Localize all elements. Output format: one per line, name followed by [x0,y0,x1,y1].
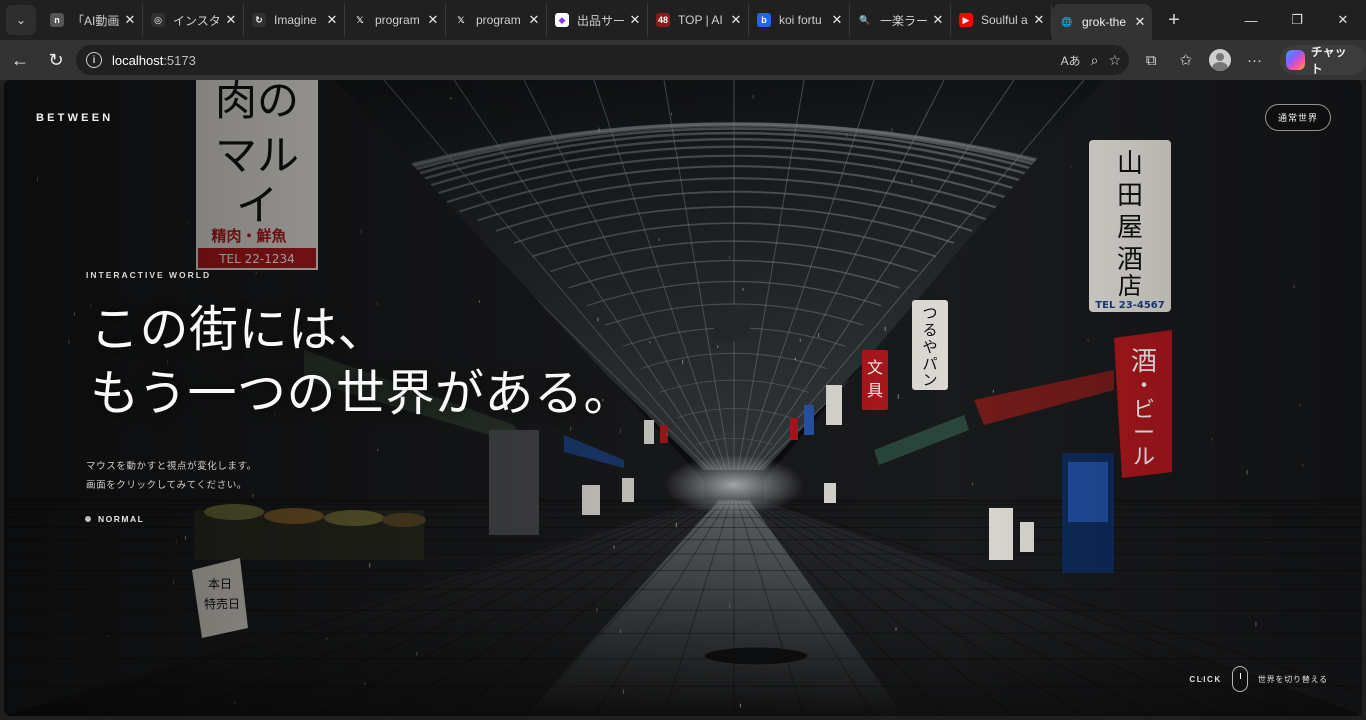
browser-tab[interactable]: 🌐 grok-the ✕ [1052,4,1152,40]
puzzle-icon: ⧉ [1145,51,1157,69]
new-tab-button[interactable]: + [1158,4,1190,36]
copilot-icon [1285,50,1305,70]
headline-line-2: もう一つの世界がある。 [90,365,634,422]
tab-title: TOP | AI [678,13,723,27]
tab-title: Soulful a [981,13,1028,27]
url-host: localhost [112,52,164,68]
browser-tab[interactable]: 𝕏program ✕ [446,4,547,36]
tab-close-icon[interactable]: ✕ [1130,14,1150,30]
tab-favicon-icon: 🔍 [858,13,872,27]
tab-close-icon[interactable]: ✕ [928,12,948,28]
browser-tab[interactable]: 48 TOP | AI ✕ [648,4,749,36]
url-port: :5173 [163,52,196,68]
chat-label: チャット [1310,45,1347,76]
tab-title: インスタYo [173,13,221,28]
browser-tab[interactable]: b koi fortu ✕ [749,4,850,36]
browser-tab[interactable]: ▶ Soulful a ✕ [951,4,1052,36]
tab-close-icon[interactable]: ✕ [524,12,544,28]
address-bar-actions: Aあ ⌕ ☆ [1061,45,1121,75]
tab-title: grok-the [1082,15,1127,29]
description-line-1: マウスを動かすと視点が変化します。 [86,461,257,472]
tab-favicon-icon: ↻ [252,13,266,27]
toolbar-right: ⧉ ✩ ··· チャット [1136,40,1366,80]
tab-favicon-icon: b [757,13,771,27]
maximize-button[interactable]: ❐ [1274,0,1320,40]
world-status: NORMAL [85,514,144,524]
tab-title: koi fortu [779,13,822,27]
arrow-left-icon: ← [11,49,29,70]
description-line-2: 画面をクリックしてみてください。 [86,480,248,491]
click-hint[interactable]: CLICK 世界を切り替える [1189,666,1328,692]
favorites-icon: ✩ [1179,52,1192,69]
tab-favicon-icon: 𝕏 [353,13,367,27]
back-button[interactable]: ← [2,44,38,76]
extensions-button[interactable]: ⧉ [1136,44,1166,76]
tab-close-icon[interactable]: ✕ [1029,12,1049,28]
more-menu-button[interactable]: ··· [1239,44,1269,76]
tab-close-icon[interactable]: ✕ [827,12,847,28]
tab-favicon-icon: 48 [656,13,670,27]
plus-icon: + [1168,8,1180,31]
tab-strip: ⌄ n「AI動画✕◎インスタYo✕↻Imagine✕𝕏program✕𝕏prog… [0,0,1366,40]
zoom-icon[interactable]: ⌕ [1091,52,1099,69]
tab-title: program [476,13,521,27]
favorites-button[interactable]: ✩ [1170,44,1200,76]
tab-list: n「AI動画✕◎インスタYo✕↻Imagine✕𝕏program✕𝕏progra… [42,0,1152,40]
minimize-button[interactable]: — [1228,0,1274,40]
browser-tab[interactable]: n 「AI動画 ✕ [42,4,143,36]
tab-close-icon[interactable]: ✕ [625,12,645,28]
tab-close-icon[interactable]: ✕ [423,12,443,28]
address-bar[interactable]: i localhost:5173 Aあ ⌕ ☆ [76,45,1129,75]
browser-tab[interactable]: 🔍 一楽ラー ✕ [850,4,951,36]
switch-world-label: 世界を切り替える [1257,674,1328,684]
hero-description: マウスを動かすと視点が変化します。 画面をクリックしてみてください。 [86,457,257,495]
world-mode-button[interactable]: 通常世界 [1264,104,1331,131]
tab-favicon-icon: 🌐 [1060,15,1074,29]
tab-title: program [375,13,420,27]
status-dot-icon [85,516,91,522]
tab-title: Imagine [274,13,317,27]
tab-actions-menu-button[interactable]: ⌄ [6,5,36,35]
site-info-icon[interactable]: i [86,52,102,68]
avatar [1209,49,1232,71]
hero-headline: この街には、 もう一つの世界がある。 [90,298,633,426]
tab-title: 「AI動画 [72,13,120,28]
tab-close-icon[interactable]: ✕ [322,12,342,28]
reload-button[interactable]: ↻ [38,44,74,76]
eyebrow-label: INTERACTIVE WORLD [86,270,212,280]
address-url[interactable]: localhost:5173 [112,53,196,68]
tab-favicon-icon: ▶ [959,13,973,27]
tab-title: 一楽ラー [880,13,928,28]
status-label: NORMAL [98,514,145,524]
tab-favicon-icon: ◆ [555,13,569,27]
tab-favicon-icon: ◎ [151,13,165,27]
translate-icon[interactable]: Aあ [1061,52,1081,69]
tab-close-icon[interactable]: ✕ [726,12,746,28]
click-label: CLICK [1189,674,1222,684]
browser-tab[interactable]: 𝕏program ✕ [345,4,446,36]
browser-toolbar: ← ↻ i localhost:5173 Aあ ⌕ ☆ ⧉ ✩ ··· チャット [0,40,1366,80]
mouse-icon [1231,666,1248,692]
profile-button[interactable] [1205,44,1235,76]
tab-favicon-icon: n [50,13,64,27]
tab-close-icon[interactable]: ✕ [221,12,241,28]
browser-tab[interactable]: ◆ 出品サー ✕ [547,4,648,36]
close-window-button[interactable]: ✕ [1320,0,1366,40]
browser-tab[interactable]: ◎ インスタYo✕ [143,4,244,36]
page-viewport[interactable]: 肉の マル イ 精肉・鮮魚 TEL 22-1234 山 田 屋 酒 店 TEL … [4,80,1362,716]
browser-tab[interactable]: ↻ Imagine ✕ [244,4,345,36]
ellipsis-icon: ··· [1247,51,1263,69]
chevron-down-icon: ⌄ [15,13,27,27]
headline-line-1: この街には、 [90,301,388,358]
tab-close-icon[interactable]: ✕ [120,12,140,28]
brand-logo[interactable]: BETWEEN [36,112,113,124]
tab-title: 出品サー [577,13,625,28]
reload-icon: ↻ [48,49,64,70]
tab-favicon-icon: 𝕏 [454,13,468,27]
copilot-chat-button[interactable]: チャット [1279,45,1366,76]
window-controls: — ❐ ✕ [1228,0,1366,40]
favorite-star-icon[interactable]: ☆ [1108,52,1121,69]
